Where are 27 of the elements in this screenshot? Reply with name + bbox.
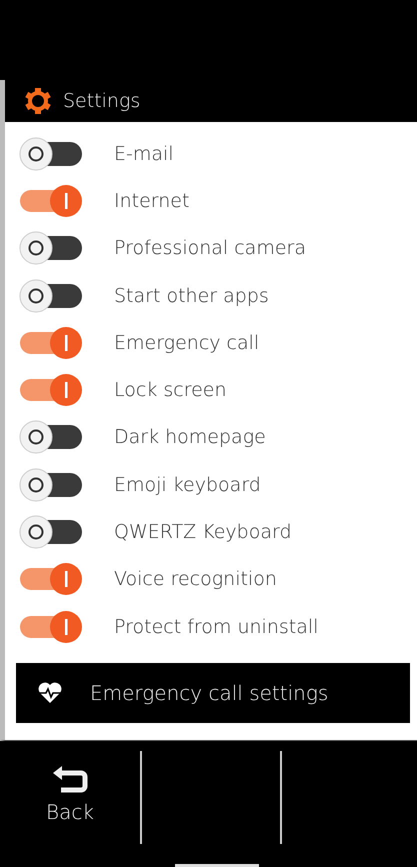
setting-label: Protect from uninstall [114, 616, 318, 638]
setting-label: Start other apps [114, 284, 269, 307]
toggle-switch[interactable] [18, 231, 84, 266]
toggle-switch[interactable] [18, 468, 84, 502]
toggle-switch[interactable] [18, 515, 84, 550]
setting-label: E-mail [114, 142, 174, 165]
toggle-switch[interactable] [18, 326, 84, 360]
setting-label: Emoji keyboard [114, 474, 261, 496]
setting-label: Internet [114, 190, 190, 212]
setting-label: Dark homepage [114, 426, 266, 448]
toggle-switch[interactable] [18, 562, 84, 596]
setting-label: QWERTZ Keyboard [114, 521, 292, 544]
toggle-switch[interactable] [18, 136, 84, 171]
toggle-switch[interactable] [18, 610, 84, 644]
toggle-switch[interactable] [18, 373, 84, 408]
toggle-switch[interactable] [18, 420, 84, 454]
toggle-switch[interactable] [18, 278, 84, 313]
emergency-settings-button[interactable]: Emergency call settings [16, 663, 410, 724]
setting-label: Professional camera [114, 237, 306, 260]
back-arrow-icon [51, 766, 89, 794]
toggle-switch[interactable] [18, 184, 84, 218]
screen-title: Settings [63, 90, 140, 112]
setting-label: Lock screen [114, 379, 227, 402]
setting-label: Emergency call [114, 332, 260, 354]
gear-icon [25, 88, 51, 114]
heart-pulse-icon [38, 682, 62, 704]
setting-label: Voice recognition [114, 568, 277, 590]
